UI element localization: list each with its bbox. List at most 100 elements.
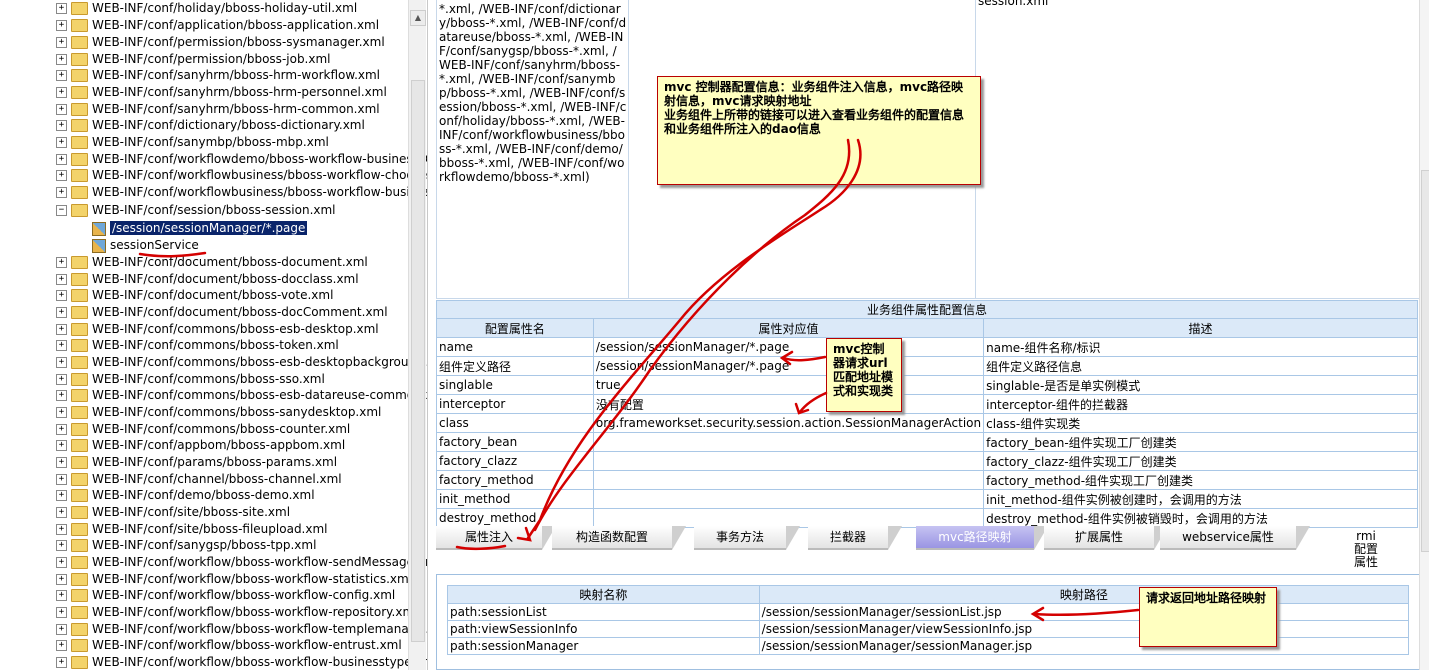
tab-2[interactable]: 构造函数配置 [552,526,686,550]
tree-node[interactable]: − WEB-INF/conf/session/bboss-session.xml [56,202,336,219]
tab-3[interactable]: 事务方法 [694,526,800,550]
expand-icon[interactable]: + [56,540,67,551]
expand-icon[interactable]: + [56,54,67,65]
tab-5[interactable]: mvc路径映射 [916,526,1048,550]
tree-node[interactable]: + WEB-INF/conf/workflow/bboss-workflow-st… [56,571,412,588]
scroll-up-icon[interactable]: ▲ [410,10,426,26]
tree-node[interactable]: + WEB-INF/conf/workflow/bboss-workflow-re… [56,604,417,621]
tree-node[interactable]: + WEB-INF/conf/commons/bboss-sso.xml [56,371,325,388]
expand-icon[interactable]: + [56,640,67,651]
tree-node[interactable]: + WEB-INF/conf/document/bboss-docComment.… [56,304,388,321]
tab-4[interactable]: 拦截器 [808,526,902,550]
tree-node[interactable]: + WEB-INF/conf/application/bboss-applicat… [56,17,379,34]
expand-icon[interactable]: + [56,457,67,468]
folder-icon [71,539,88,552]
tree-node[interactable]: + WEB-INF/conf/workflow/bboss-workflow-bu… [56,654,427,670]
tree-node[interactable]: + WEB-INF/conf/workflowbusiness/bboss-wor… [56,184,427,201]
expand-icon[interactable]: + [56,170,67,181]
expand-icon[interactable]: + [56,474,67,485]
tree-node[interactable]: + WEB-INF/conf/workflowbusiness/bboss-wor… [56,167,427,184]
tab-8[interactable]: rmi 配置 属性 [1316,530,1416,569]
tree-node[interactable]: + WEB-INF/conf/document/bboss-vote.xml [56,287,333,304]
tree-node[interactable]: + WEB-INF/conf/workflow/bboss-workflow-co… [56,587,395,604]
expand-icon[interactable]: + [56,574,67,585]
tree-node[interactable]: + WEB-INF/conf/commons/bboss-esb-datareus… [56,387,427,404]
expand-icon[interactable]: + [56,440,67,451]
tab-7[interactable]: webservice属性 [1160,526,1310,550]
expand-icon[interactable]: + [56,3,67,14]
expand-icon[interactable]: + [56,624,67,635]
tree-node[interactable]: + WEB-INF/conf/commons/bboss-sanydesktop.… [56,404,381,421]
expand-icon[interactable]: + [56,324,67,335]
expand-icon[interactable]: + [56,307,67,318]
expand-icon[interactable]: + [56,607,67,618]
expand-icon[interactable]: + [56,20,67,31]
expand-icon[interactable]: + [56,120,67,131]
expand-icon[interactable]: + [56,187,67,198]
expand-icon[interactable]: + [56,290,67,301]
expand-icon[interactable]: + [56,407,67,418]
tree-node[interactable]: + WEB-INF/conf/sanyhrm/bboss-hrm-personne… [56,84,387,101]
table-row: factory_bean factory_bean-组件实现工厂创建类 [436,432,1418,452]
table-row: singlable true singlable-是否是单实例模式 [436,375,1418,395]
expand-icon[interactable]: + [56,357,67,368]
tree-node[interactable]: + WEB-INF/conf/permission/bboss-sysmanage… [56,34,385,51]
expand-icon[interactable]: + [56,70,67,81]
tree-node[interactable]: sessionService [92,237,199,254]
expand-icon[interactable]: + [56,490,67,501]
tree-node-label: sessionService [110,238,199,252]
tree-node[interactable]: + WEB-INF/conf/dictionary/bboss-dictionar… [56,117,365,134]
tree-node[interactable]: + WEB-INF/conf/workflow/bboss-workflow-se… [56,554,427,571]
expand-icon[interactable]: + [56,154,67,165]
tree-node[interactable]: + WEB-INF/conf/params/bboss-params.xml [56,454,337,471]
tree-node[interactable]: + WEB-INF/conf/workflow/bboss-workflow-te… [56,621,427,638]
tree-node-label: WEB-INF/conf/dictionary/bboss-dictionary… [92,118,365,132]
expand-icon[interactable]: + [56,37,67,48]
expand-icon[interactable]: + [56,137,67,148]
expand-icon[interactable]: + [56,590,67,601]
expand-icon[interactable]: + [56,374,67,385]
tree-node[interactable]: + WEB-INF/conf/sanymbp/bboss-mbp.xml [56,134,329,151]
tree-node[interactable]: + WEB-INF/conf/appbom/bboss-appbom.xml [56,437,345,454]
tree-node[interactable]: + WEB-INF/conf/workflowdemo/bboss-workflo… [56,151,427,168]
collapse-icon[interactable]: − [56,205,67,216]
tree-node[interactable]: + WEB-INF/conf/commons/bboss-counter.xml [56,421,350,438]
tree-node[interactable]: + WEB-INF/conf/commons/bboss-esb-desktop.… [56,321,379,338]
tree-node[interactable]: + WEB-INF/conf/document/bboss-docclass.xm… [56,271,359,288]
folder-icon [71,53,88,66]
prop-value-cell [592,508,985,528]
tree-node[interactable]: /session/sessionManager/*.page [92,220,308,237]
folder-icon [71,204,88,217]
tree-node[interactable]: + WEB-INF/conf/sanyhrm/bboss-hrm-common.x… [56,101,380,118]
expand-icon[interactable]: + [56,87,67,98]
expand-icon[interactable]: + [56,507,67,518]
tree-node[interactable]: + WEB-INF/conf/document/bboss-document.xm… [56,254,368,271]
expand-icon[interactable]: + [56,274,67,285]
tree-node-label: WEB-INF/conf/sanymbp/bboss-mbp.xml [92,135,329,149]
expand-icon[interactable]: + [56,340,67,351]
tree-node[interactable]: + WEB-INF/conf/permission/bboss-job.xml [56,51,331,68]
tree-node[interactable]: + WEB-INF/conf/sanygsp/bboss-tpp.xml [56,537,316,554]
tab-1[interactable]: 属性注入 [436,526,556,550]
tab-6[interactable]: 扩展属性 [1044,526,1168,550]
tree-node[interactable]: + WEB-INF/conf/site/bboss-fileupload.xml [56,521,328,538]
tree-node[interactable]: + WEB-INF/conf/demo/bboss-demo.xml [56,487,315,504]
tree-node[interactable]: + WEB-INF/conf/site/bboss-site.xml [56,504,290,521]
expand-icon[interactable]: + [56,257,67,268]
tree-scrollbar[interactable]: ▲ [408,0,426,670]
tree-node[interactable]: + WEB-INF/conf/commons/bboss-esb-desktopb… [56,354,427,371]
expand-icon[interactable]: + [56,390,67,401]
page-scrollbar[interactable] [1419,0,1429,670]
tree-node[interactable]: + WEB-INF/conf/channel/bboss-channel.xml [56,471,342,488]
expand-icon[interactable]: + [56,104,67,115]
scroll-thumb[interactable] [411,80,425,642]
tree-node[interactable]: + WEB-INF/conf/workflow/bboss-workflow-en… [56,637,402,654]
tree-node[interactable]: + WEB-INF/conf/commons/bboss-token.xml [56,337,339,354]
expand-icon[interactable]: + [56,524,67,535]
tree-node[interactable]: + WEB-INF/conf/holiday/bboss-holiday-util… [56,0,357,17]
page-scroll-thumb[interactable] [1421,170,1429,552]
expand-icon[interactable]: + [56,557,67,568]
expand-icon[interactable]: + [56,657,67,668]
tree-node[interactable]: + WEB-INF/conf/sanyhrm/bboss-hrm-workflow… [56,67,380,84]
expand-icon[interactable]: + [56,424,67,435]
